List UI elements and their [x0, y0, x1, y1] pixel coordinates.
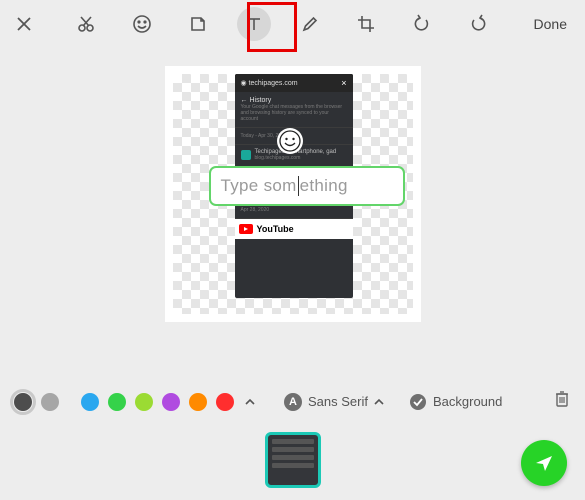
background-toggle[interactable]: Background [409, 393, 502, 411]
font-picker[interactable]: A Sans Serif [284, 393, 384, 411]
image-thumbnail[interactable] [265, 432, 321, 488]
emoji-sticker[interactable] [277, 128, 303, 154]
color-swatch-orange[interactable] [189, 393, 207, 411]
color-swatch-grey-light[interactable] [41, 393, 59, 411]
delete-button[interactable] [553, 389, 571, 414]
color-swatch-purple[interactable] [162, 393, 180, 411]
sticker-icon[interactable] [181, 7, 215, 41]
crop-rotate-icon[interactable] [349, 7, 383, 41]
font-icon: A [284, 393, 302, 411]
color-swatch-grey-dark[interactable] [14, 393, 32, 411]
color-swatch-blue[interactable] [81, 393, 99, 411]
done-button[interactable]: Done [528, 12, 573, 36]
text-placeholder: Type something [221, 176, 348, 197]
emoji-icon[interactable] [125, 7, 159, 41]
cut-icon[interactable] [69, 7, 103, 41]
editor-canvas[interactable]: ◉ techipages.com× ← HistoryYour Google c… [165, 66, 421, 322]
color-swatch-red[interactable] [216, 393, 234, 411]
text-options-bar: A Sans Serif Background [0, 389, 585, 414]
text-input-box[interactable]: Type something [209, 166, 405, 206]
text-tool-icon[interactable] [237, 7, 271, 41]
color-more-icon[interactable] [243, 395, 257, 409]
top-toolbar: Done [0, 0, 585, 48]
undo-icon[interactable] [405, 7, 439, 41]
send-button[interactable] [521, 440, 567, 486]
close-button[interactable] [12, 12, 36, 36]
send-icon [533, 452, 555, 474]
redo-icon[interactable] [461, 7, 495, 41]
color-swatch-lime[interactable] [135, 393, 153, 411]
pencil-icon[interactable] [293, 7, 327, 41]
check-circle-icon [409, 393, 427, 411]
color-swatch-green[interactable] [108, 393, 126, 411]
